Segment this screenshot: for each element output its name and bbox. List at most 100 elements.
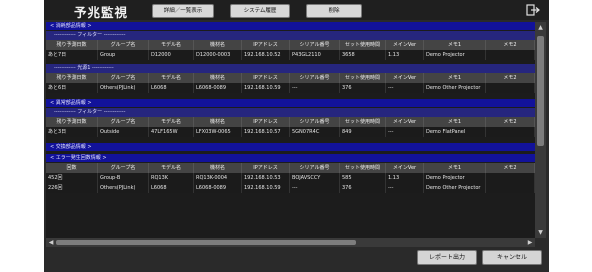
table-row[interactable]: 452回 Group-B RQ13K RQ13K-0004 192.168.10.53 B…: [46, 173, 535, 183]
column-header[interactable]: 機材名: [194, 73, 242, 83]
column-header[interactable]: メモ1: [424, 117, 486, 127]
column-header[interactable]: シリアル番号: [290, 40, 340, 50]
vertical-scrollbar[interactable]: ▲ ▼: [535, 22, 546, 238]
column-header-row: 残り予測日数 グループ名 モデル名 機材名 IPアドレス シリアル番号 セット使用時間 メイン…: [46, 40, 535, 50]
column-header[interactable]: モデル名: [149, 73, 194, 83]
table-cell: RQ13K: [149, 173, 194, 183]
column-header[interactable]: モデル名: [149, 163, 194, 173]
column-header[interactable]: メモ2: [486, 117, 535, 127]
table-cell: 5GN07R4C: [290, 127, 340, 137]
table-cell: Others(PJLink): [98, 83, 149, 93]
column-header[interactable]: 残り予測日数: [46, 73, 98, 83]
table-cell: Group: [98, 50, 149, 60]
table-cell: 3658: [340, 50, 386, 60]
column-header[interactable]: メモ1: [424, 73, 486, 83]
column-header[interactable]: セット使用時間: [340, 163, 386, 173]
report-output-button[interactable]: レポート出力: [417, 250, 477, 265]
table-cell: L6068-0089: [194, 83, 242, 93]
table-cell: P43GL2110: [290, 50, 340, 60]
column-header[interactable]: メインVer: [386, 40, 424, 50]
column-header[interactable]: グループ名: [98, 117, 149, 127]
table-cell: 192.168.10.57: [242, 127, 290, 137]
column-header[interactable]: セット使用時間: [340, 73, 386, 83]
column-header-row: 回数 グループ名 モデル名 機材名 IPアドレス シリアル番号 セット使用時間 メインVer メ…: [46, 163, 535, 173]
table-cell: Group-B: [98, 173, 149, 183]
column-header[interactable]: IPアドレス: [242, 163, 290, 173]
column-header[interactable]: セット使用時間: [340, 117, 386, 127]
column-header[interactable]: メインVer: [386, 117, 424, 127]
delete-button[interactable]: 削除: [306, 4, 362, 18]
column-header[interactable]: メモ1: [424, 40, 486, 50]
column-header[interactable]: 回数: [46, 163, 98, 173]
filter-bar: ------------ フィルター ------------: [46, 108, 535, 117]
column-header[interactable]: メインVer: [386, 73, 424, 83]
column-header[interactable]: 残り予測日数: [46, 40, 98, 50]
column-header[interactable]: 残り予測日数: [46, 117, 98, 127]
table-row[interactable]: あと6日 Others(PJLink) L6068 L6068-0089 192.168…: [46, 83, 535, 93]
column-header[interactable]: グループ名: [98, 73, 149, 83]
column-header[interactable]: モデル名: [149, 40, 194, 50]
column-header[interactable]: シリアル番号: [290, 73, 340, 83]
column-header[interactable]: シリアル番号: [290, 163, 340, 173]
table-row[interactable]: あと3日 Outside 47LF165W LFX03W-0065 192.168.10…: [46, 127, 535, 137]
horizontal-scrollbar[interactable]: ◀ ▶: [46, 238, 535, 247]
column-header[interactable]: セット使用時間: [340, 40, 386, 50]
column-header[interactable]: メモ2: [486, 40, 535, 50]
system-history-button[interactable]: システム履歴: [230, 4, 290, 18]
table-cell: あと3日: [46, 127, 98, 137]
table-cell: ---: [386, 183, 424, 193]
table-cell: [486, 173, 535, 183]
table-cell: 452回: [46, 173, 98, 183]
column-header[interactable]: メモ2: [486, 163, 535, 173]
title-bar: 予兆監視 詳細／一覧表示 システム履歴 削除: [44, 0, 549, 20]
table-cell: L6068: [149, 183, 194, 193]
table-cell: あと7日: [46, 50, 98, 60]
column-header[interactable]: メインVer: [386, 163, 424, 173]
vertical-scroll-thumb[interactable]: [537, 36, 544, 146]
column-header[interactable]: 機材名: [194, 117, 242, 127]
column-header[interactable]: グループ名: [98, 40, 149, 50]
scroll-up-icon[interactable]: ▲: [537, 24, 544, 31]
horizontal-scroll-thumb[interactable]: [56, 240, 356, 245]
section-header: < 消耗部品情報 >: [46, 22, 535, 30]
filter-label: ------------ フィルター ------------: [54, 32, 126, 38]
table-cell: Demo Other Projector: [424, 83, 486, 93]
section-header: < 異常部品情報 >: [46, 99, 535, 107]
column-header[interactable]: 機材名: [194, 40, 242, 50]
column-header[interactable]: モデル名: [149, 117, 194, 127]
section-title: < 異常部品情報 >: [50, 100, 92, 106]
scroll-left-icon[interactable]: ◀: [47, 238, 55, 247]
column-header[interactable]: IPアドレス: [242, 117, 290, 127]
column-header[interactable]: メモ1: [424, 163, 486, 173]
column-header[interactable]: メモ2: [486, 73, 535, 83]
cancel-button[interactable]: キャンセル: [482, 250, 542, 265]
table-cell: ---: [290, 83, 340, 93]
table-row[interactable]: 226回 Others(PJLink) L6068 L6068-0089 192.168…: [46, 183, 535, 193]
exit-icon[interactable]: [526, 4, 540, 16]
table-cell: [486, 83, 535, 93]
table-row[interactable]: あと7日 Group D12000 D12000-0003 192.168.10.52 P…: [46, 50, 535, 60]
scroll-down-icon[interactable]: ▼: [537, 229, 544, 236]
scroll-right-icon[interactable]: ▶: [526, 238, 534, 247]
detail-list-toggle-button[interactable]: 詳細／一覧表示: [152, 4, 214, 18]
table-cell: [486, 50, 535, 60]
column-header[interactable]: 機材名: [194, 163, 242, 173]
section-title: < 消耗部品情報 >: [50, 23, 92, 29]
table-cell: 1.13: [386, 173, 424, 183]
table-cell: 226回: [46, 183, 98, 193]
column-header[interactable]: IPアドレス: [242, 73, 290, 83]
column-header[interactable]: IPアドレス: [242, 40, 290, 50]
section-title: < エラー発生回数情報 >: [50, 155, 107, 161]
table-cell: Demo Other Projector: [424, 183, 486, 193]
monitor-grid[interactable]: < 消耗部品情報 > ------------ フィルター -----------…: [46, 22, 535, 238]
app-title: 予兆監視: [74, 5, 129, 20]
table-cell: 849: [340, 127, 386, 137]
column-header-row: 残り予測日数 グループ名 モデル名 機材名 IPアドレス シリアル番号 セット使用時間 メイン…: [46, 117, 535, 127]
table-cell: [486, 183, 535, 193]
column-header[interactable]: シリアル番号: [290, 117, 340, 127]
table-cell: ---: [386, 127, 424, 137]
table-cell: 1.13: [386, 50, 424, 60]
table-cell: BOJAVSCCY: [290, 173, 340, 183]
filter-label: ------------ 光源1 ------------: [54, 65, 114, 71]
column-header[interactable]: グループ名: [98, 163, 149, 173]
